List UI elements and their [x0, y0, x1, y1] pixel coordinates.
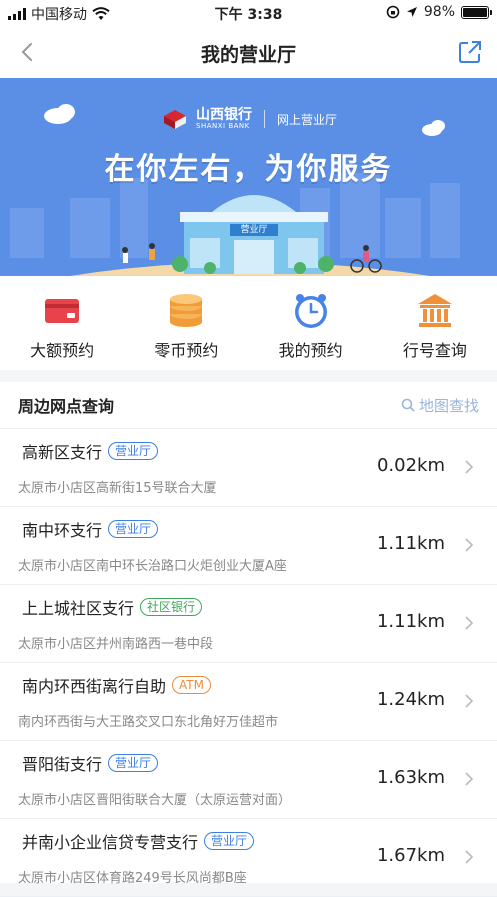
quick-action-large-deposit[interactable]: 大额预约 [0, 276, 124, 370]
branch-address: 太原市小店区体育路249号长风尚都B座 [18, 871, 247, 886]
branch-row[interactable]: 并南小企业信贷专营支行 营业厅 太原市小店区体育路249号长风尚都B座 1.67… [0, 819, 497, 897]
branch-type-tag: 社区银行 [140, 598, 203, 616]
coins-icon [170, 294, 203, 327]
branch-row[interactable]: 晋阳街支行 营业厅 太原市小店区晋阳街联合大厦（太原运营对面） 1.63km [0, 741, 497, 819]
branch-address: 南内环西街与大王路交叉口东北角好万佳超市 [18, 715, 279, 730]
branch-row[interactable]: 南内环西街离行自助 ATM 南内环西街与大王路交叉口东北角好万佳超市 1.24k… [0, 663, 497, 741]
chevron-right-icon [465, 538, 474, 552]
quick-actions: 大额预约 零币预约 我的预约 行号查询 [0, 276, 497, 370]
quick-action-coins[interactable]: 零币预约 [124, 276, 248, 370]
branch-name: 并南小企业信贷专营支行 [22, 833, 199, 852]
branch-type-tag: ATM [172, 676, 211, 694]
branch-distance: 1.63km [376, 767, 445, 788]
nav-bar: 我的营业厅 [0, 26, 497, 78]
branch-row[interactable]: 上上城社区支行 社区银行 太原市小店区并州南路西一巷中段 1.11km [0, 585, 497, 663]
battery-icon [461, 5, 492, 19]
branch-distance: 1.11km [376, 533, 445, 554]
branch-name-line: 晋阳街支行 营业厅 [22, 751, 159, 775]
branch-type-tag: 营业厅 [108, 520, 159, 538]
branch-distance: 1.67km [376, 845, 445, 866]
branch-distance: 1.24km [376, 689, 445, 710]
online-hall-label: 网上营业厅 [277, 112, 338, 127]
quick-action-my-appointments[interactable]: 我的预约 [249, 276, 373, 370]
branch-address: 太原市小店区高新街15号联合大厦 [18, 481, 217, 496]
bank-name-en: SHANXI BANK [196, 122, 250, 130]
location-arrow-icon [406, 7, 417, 17]
chevron-right-icon [465, 616, 474, 630]
status-right: 98% [386, 4, 492, 20]
nearby-header: 周边网点查询 地图查找 [0, 382, 497, 429]
branch-row[interactable]: 南中环支行 营业厅 太原市小店区南中环长治路口火炬创业大厦A座 1.11km [0, 507, 497, 585]
battery-percent: 98% [423, 4, 455, 20]
external-link-icon[interactable] [457, 39, 483, 65]
branch-name: 高新区支行 [22, 443, 103, 462]
chevron-right-icon [465, 772, 474, 786]
branch-type-tag: 营业厅 [108, 442, 159, 460]
chevron-right-icon [465, 460, 474, 474]
branch-address: 太原市小店区晋阳街联合大厦（太原运营对面） [18, 793, 292, 808]
branch-name-line: 并南小企业信贷专营支行 营业厅 [22, 829, 255, 853]
branch-address: 太原市小店区并州南路西一巷中段 [18, 637, 214, 652]
branch-distance: 1.11km [376, 611, 445, 632]
branch-name-line: 上上城社区支行 社区银行 [22, 595, 203, 619]
branch-name: 南中环支行 [22, 521, 103, 540]
quick-action-label: 行号查询 [402, 341, 467, 360]
nearby-title: 周边网点查询 [18, 397, 115, 416]
branch-row[interactable]: 高新区支行 营业厅 太原市小店区高新街15号联合大厦 0.02km [0, 429, 497, 507]
branch-distance: 0.02km [376, 455, 445, 476]
branch-address: 太原市小店区南中环长治路口火炬创业大厦A座 [18, 559, 287, 574]
clock-icon [294, 294, 327, 328]
search-icon [401, 398, 415, 412]
branch-name-line: 南内环西街离行自助 ATM [22, 673, 211, 697]
logo-divider [264, 110, 265, 128]
map-search-label: 地图查找 [418, 396, 479, 415]
quick-action-bank-code[interactable]: 行号查询 [373, 276, 497, 370]
card-icon [45, 299, 80, 323]
banner-slogan: 在你左右，为你服务 [104, 152, 393, 187]
nearby-branches: 周边网点查询 地图查找 高新区支行 营业厅 太原市小店区高新街15号联合大厦 0… [0, 382, 497, 897]
bank-logo: 山西银行 SHANXI BANK 网上营业厅 [162, 108, 337, 130]
page-title: 我的营业厅 [200, 44, 296, 66]
promo-banner[interactable]: 营业厅 山西银行 SHANXI BANK 网上营业厅 在你左右，为你服务 [0, 78, 497, 276]
bank-name: 山西银行 [196, 107, 252, 123]
quick-action-label: 大额预约 [30, 341, 95, 360]
rotation-lock-icon [386, 5, 400, 19]
status-bar: 中国移动 下午 3:38 98% [0, 0, 497, 26]
branch-type-tag: 营业厅 [108, 754, 159, 772]
branch-name: 南内环西街离行自助 [22, 677, 167, 696]
quick-action-label: 我的预约 [278, 341, 343, 360]
building-sign: 营业厅 [240, 225, 268, 235]
branch-name-line: 高新区支行 营业厅 [22, 439, 159, 463]
branch-name-line: 南中环支行 营业厅 [22, 517, 159, 541]
chevron-right-icon [465, 850, 474, 864]
map-search-link[interactable]: 地图查找 [401, 395, 479, 416]
bank-building-icon [417, 294, 452, 327]
bank-logo-icon [164, 110, 186, 129]
branch-type-tag: 营业厅 [204, 832, 255, 850]
quick-action-label: 零币预约 [154, 341, 219, 360]
branch-name: 晋阳街支行 [22, 755, 103, 774]
branch-name: 上上城社区支行 [22, 599, 135, 618]
chevron-right-icon [465, 694, 474, 708]
